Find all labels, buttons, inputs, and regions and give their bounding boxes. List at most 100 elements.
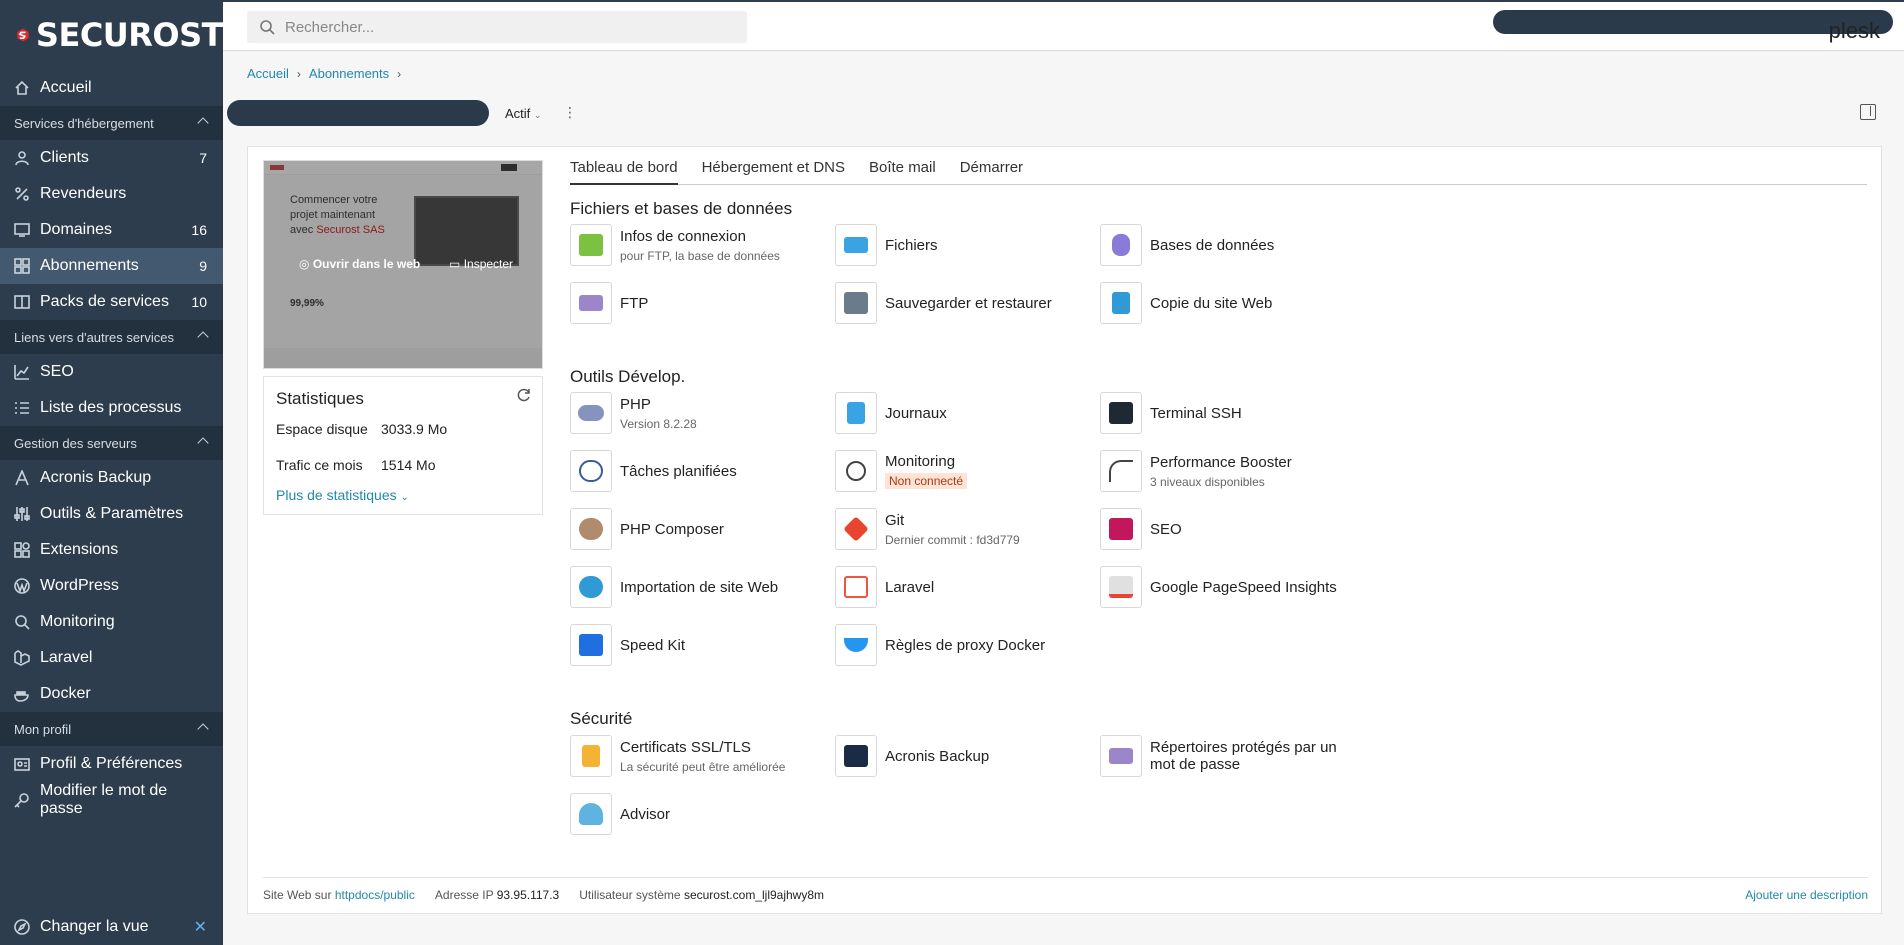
database-icon — [1100, 224, 1142, 266]
tool-fichiers[interactable]: Fichiers — [835, 223, 1100, 267]
sidebar-item-packs[interactable]: Packs de services 10 — [0, 284, 223, 320]
sidebar-item-label: Accueil — [40, 79, 92, 96]
panel-toggle-icon[interactable] — [1860, 104, 1876, 120]
search-input[interactable]: Rechercher... — [247, 11, 747, 43]
globe-icon: ◎ — [299, 257, 310, 271]
tool-bases-donnees[interactable]: Bases de données — [1100, 223, 1365, 267]
sidebar-item-domaines[interactable]: Domaines 16 — [0, 212, 223, 248]
brand-name: SECUROST — [35, 16, 224, 54]
sidebar-item-label: SEO — [40, 363, 74, 380]
tool-pagespeed[interactable]: Google PageSpeed Insights — [1100, 565, 1365, 609]
status-dropdown[interactable]: Actif ⌄ — [505, 106, 541, 121]
tool-laravel[interactable]: Laravel — [835, 565, 1100, 609]
tool-ssl-certificates[interactable]: Certificats SSL/TLS La sécurité peut être… — [570, 734, 835, 778]
close-icon[interactable]: ✕ — [194, 917, 207, 937]
sidebar-item-docker[interactable]: Docker — [0, 676, 223, 712]
sidebar-item-clients[interactable]: Clients 7 — [0, 140, 223, 176]
website-preview[interactable]: Commencer votre projet maintenant avec S… — [263, 160, 543, 369]
ip-label: Adresse IP — [434, 888, 494, 902]
chevron-down-icon: ⌄ — [533, 110, 542, 120]
section-files-title: Fichiers et bases de données — [570, 199, 793, 218]
open-in-web-link[interactable]: ◎ Ouvrir dans le web — [299, 257, 420, 271]
tool-php[interactable]: PHP Version 8.2.28 — [570, 391, 835, 435]
tool-docker-proxy[interactable]: Règles de proxy Docker — [835, 623, 1100, 667]
sidebar-item-laravel[interactable]: Laravel — [0, 640, 223, 676]
user-menu[interactable]: plesk — [1829, 18, 1880, 44]
tool-performance-booster[interactable]: Performance Booster 3 niveaux disponibles — [1100, 449, 1365, 493]
php-icon — [570, 392, 612, 434]
breadcrumb-abonnements[interactable]: Abonnements — [309, 66, 389, 81]
tabs: Tableau de bord Hébergement et DNS Boîte… — [570, 159, 1867, 185]
monitoring-icon — [14, 614, 30, 630]
tool-taches-planifiees[interactable]: Tâches planifiées — [570, 449, 835, 493]
nav-section-profil[interactable]: Mon profil — [0, 712, 223, 746]
tool-importation-site[interactable]: Importation de site Web — [570, 565, 835, 609]
tab-tableau-de-bord[interactable]: Tableau de bord — [570, 159, 678, 185]
sidebar-item-outils[interactable]: Outils & Paramètres — [0, 496, 223, 532]
tab-demarrer[interactable]: Démarrer — [960, 159, 1023, 185]
add-description-link[interactable]: Ajouter une description — [1745, 888, 1868, 902]
tool-label: Sauvegarder et restaurer — [885, 294, 1052, 312]
sidebar-item-abonnements[interactable]: Abonnements 9 — [0, 248, 223, 284]
sidebar-item-profil[interactable]: Profil & Préférences — [0, 746, 223, 782]
section-dev-title: Outils Dévelop. — [570, 367, 686, 386]
chevron-up-icon — [197, 723, 209, 735]
tool-terminal-ssh[interactable]: Terminal SSH — [1100, 391, 1365, 435]
system-user-value: securost.com_ljl9ajhwy8m — [683, 888, 825, 902]
tool-seo[interactable]: SEO — [1100, 507, 1365, 551]
logo[interactable]: SECUROST — [0, 0, 224, 70]
tool-copie-site[interactable]: Copie du site Web — [1100, 281, 1365, 325]
tool-git[interactable]: Git Dernier commit : fd3d779 — [835, 507, 1100, 551]
redacted-title — [227, 100, 489, 126]
import-globe-icon — [570, 566, 612, 608]
tool-label: Fichiers — [885, 236, 938, 254]
nav-section-serveurs[interactable]: Gestion des serveurs — [0, 426, 223, 460]
sidebar-item-acronis[interactable]: Acronis Backup — [0, 460, 223, 496]
tool-advisor[interactable]: Advisor — [570, 792, 835, 836]
tab-hebergement-dns[interactable]: Hébergement et DNS — [702, 159, 845, 185]
tool-sublabel: 3 niveaux disponibles — [1150, 474, 1265, 489]
sidebar-item-wordpress[interactable]: WordPress — [0, 568, 223, 604]
nav-section-hebergement[interactable]: Services d'hébergement — [0, 106, 223, 140]
monitoring-magnifier-icon — [835, 450, 877, 492]
tool-infos-connexion[interactable]: Infos de connexion pour FTP, la base de d… — [570, 223, 835, 267]
change-view-button[interactable]: Changer la vue ✕ — [0, 909, 223, 945]
tool-acronis-backup[interactable]: Acronis Backup — [835, 734, 1100, 778]
sidebar-item-accueil[interactable]: Accueil — [0, 70, 223, 106]
refresh-icon[interactable] — [516, 387, 532, 403]
site-path-link[interactable]: httpdocs/public — [335, 888, 415, 902]
section-label: Mon profil — [14, 721, 72, 737]
sidebar-item-password[interactable]: Modifier le mot de passe — [0, 782, 223, 818]
tool-sublabel: Version 8.2.28 — [620, 416, 697, 431]
tool-repertoires-proteges[interactable]: Répertoires protégés par un mot de passe — [1100, 734, 1365, 778]
tool-journaux[interactable]: Journaux — [835, 391, 1100, 435]
sidebar-item-label: Extensions — [40, 541, 119, 558]
breadcrumb-accueil[interactable]: Accueil — [247, 66, 289, 81]
ip-info: Adresse IP 93.95.117.3 — [435, 888, 559, 902]
section-security-title: Sécurité — [570, 709, 633, 728]
change-view-label: Changer la vue — [40, 918, 149, 935]
chart-icon — [14, 364, 30, 380]
laravel-logo-icon — [835, 566, 877, 608]
tool-ftp[interactable]: FTP — [570, 281, 835, 325]
traffic-row: Trafic ce mois 1514 Mo — [276, 457, 435, 473]
tool-php-composer[interactable]: PHP Composer — [570, 507, 835, 551]
more-actions-icon[interactable]: ⋮ — [563, 104, 577, 121]
tool-monitoring[interactable]: Monitoring Non connecté — [835, 449, 1100, 493]
more-statistics-link[interactable]: Plus de statistiques ⌄ — [276, 487, 409, 503]
disk-space-row: Espace disque 3033.9 Mo — [276, 421, 447, 437]
sidebar-item-label: Acronis Backup — [40, 469, 152, 486]
sidebar-item-seo[interactable]: SEO — [0, 354, 223, 390]
count-badge: 10 — [191, 294, 207, 310]
tool-speed-kit[interactable]: Speed Kit — [570, 623, 835, 667]
sidebar-item-processus[interactable]: Liste des processus — [0, 390, 223, 426]
sidebar-item-monitoring[interactable]: Monitoring — [0, 604, 223, 640]
tool-sauvegarder[interactable]: Sauvegarder et restaurer — [835, 281, 1100, 325]
sidebar-item-extensions[interactable]: Extensions — [0, 532, 223, 568]
composer-icon — [570, 508, 612, 550]
tool-sublabel: La sécurité peut être améliorée — [620, 759, 786, 774]
inspect-link[interactable]: ▭ Inspecter — [449, 257, 513, 271]
sidebar-item-revendeurs[interactable]: Revendeurs — [0, 176, 223, 212]
tab-boite-mail[interactable]: Boîte mail — [869, 159, 936, 185]
nav-section-liens[interactable]: Liens vers d'autres services — [0, 320, 223, 354]
